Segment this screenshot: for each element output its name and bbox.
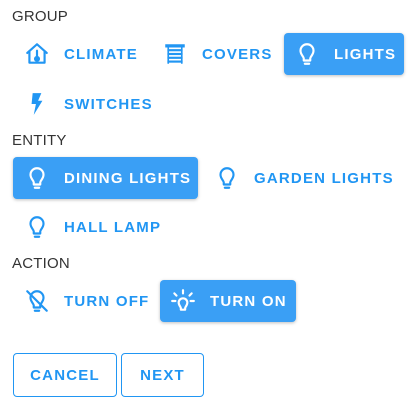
lightbulb-icon — [24, 165, 50, 191]
group-option-climate[interactable]: CLIMATE — [14, 33, 146, 75]
entity-section-label: ENTITY — [12, 132, 67, 149]
action-option-label: TURN OFF — [64, 292, 150, 310]
blinds-icon — [162, 41, 188, 67]
lightbulb-icon — [24, 214, 50, 240]
lightbulb-on-icon — [170, 288, 196, 314]
group-option-covers[interactable]: COVERS — [152, 33, 280, 75]
flash-icon — [24, 91, 50, 117]
lightbulb-icon — [214, 165, 240, 191]
entity-option-garden-lights[interactable]: GARDEN LIGHTS — [204, 157, 400, 199]
next-button[interactable]: NEXT — [121, 353, 204, 397]
group-section-label: GROUP — [12, 8, 69, 25]
cancel-button[interactable]: CANCEL — [13, 353, 117, 397]
action-option-turn-off[interactable]: TURN OFF — [14, 280, 154, 322]
lightbulb-icon — [294, 41, 320, 67]
entity-option-dining-lights[interactable]: DINING LIGHTS — [13, 157, 198, 199]
lightbulb-off-icon — [24, 288, 50, 314]
entity-option-label: HALL LAMP — [64, 218, 162, 236]
group-option-label: CLIMATE — [64, 45, 138, 63]
group-option-label: LIGHTS — [334, 45, 397, 63]
entity-option-label: GARDEN LIGHTS — [254, 169, 394, 187]
group-option-label: SWITCHES — [64, 95, 153, 113]
entity-option-hall-lamp[interactable]: HALL LAMP — [14, 206, 174, 248]
group-option-label: COVERS — [202, 45, 273, 63]
action-section-label: ACTION — [12, 255, 70, 272]
home-thermometer-icon — [24, 41, 50, 67]
action-option-turn-on[interactable]: TURN ON — [160, 280, 296, 322]
entity-option-label: DINING LIGHTS — [64, 169, 192, 187]
group-option-switches[interactable]: SWITCHES — [14, 83, 164, 125]
action-option-label: TURN ON — [210, 292, 287, 310]
group-option-lights[interactable]: LIGHTS — [284, 33, 404, 75]
